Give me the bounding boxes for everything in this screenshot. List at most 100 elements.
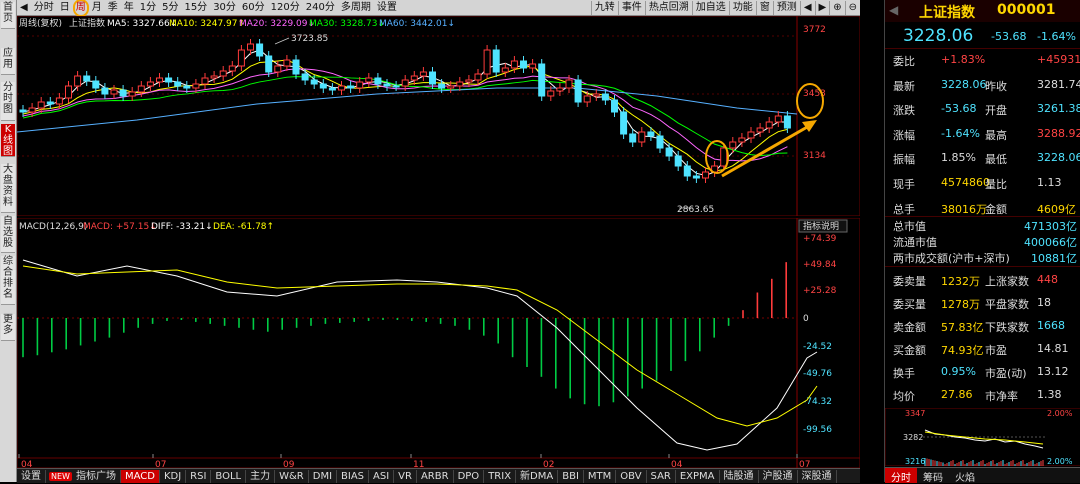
candle-body xyxy=(19,109,27,113)
multi-period-button[interactable]: 多周期 xyxy=(338,1,374,15)
tab-chips[interactable]: 筹码 xyxy=(917,468,949,484)
add-watchlist-button[interactable]: 加自选 xyxy=(691,0,729,15)
settings-button[interactable]: 设置 xyxy=(374,1,400,15)
events-button[interactable]: 事件 xyxy=(617,0,645,15)
left-tab-watchlist[interactable]: 自选股 xyxy=(1,216,15,253)
market-label: 两市成交额(沪市+深市) xyxy=(893,252,1010,265)
window-button[interactable]: 窗 xyxy=(755,0,773,15)
left-sidebar: 首页 应用 分时图 K线图 大盘资料 自选股 综合排名 更多 xyxy=(0,0,17,482)
indicator-tab[interactable]: 深股通 xyxy=(798,469,837,483)
candle-body xyxy=(620,111,628,135)
indicator-tab[interactable]: TRIX xyxy=(484,469,517,483)
candle-body xyxy=(237,49,245,67)
indicator-tab[interactable]: RSI xyxy=(186,469,212,483)
candle-body xyxy=(110,89,118,95)
period-15min[interactable]: 15分 xyxy=(181,1,210,15)
candle-body xyxy=(356,81,364,89)
indicator-tab[interactable]: DMI xyxy=(309,469,338,483)
indicator-tab[interactable]: ASI xyxy=(369,469,395,483)
candle-body xyxy=(274,65,282,73)
candle-body xyxy=(474,73,482,81)
left-tab-apps[interactable]: 应用 xyxy=(1,48,15,75)
nav-left-icon[interactable]: ◀ xyxy=(17,1,31,15)
ma30-label: MA30: 3328.73↓ xyxy=(309,19,385,29)
indicator-tab[interactable]: MTM xyxy=(584,469,617,483)
indicator-tab[interactable]: ARBR xyxy=(417,469,454,483)
period-toolbar: ◀ 分时 日 周 月 季 年 1分 5分 15分 30分 60分 120分 24… xyxy=(17,0,860,17)
macd-chart[interactable]: 指标说明 MACD(12,26,9) MACD: +57.15↓ DIFF: -… xyxy=(17,218,860,482)
indicator-tab[interactable]: OBV xyxy=(616,469,647,483)
left-tab-home[interactable]: 首页 xyxy=(1,2,15,29)
indicator-tab[interactable]: EXPMA xyxy=(676,469,720,483)
quote-value: 13.12 xyxy=(1037,365,1069,378)
mini-timeshare-chart[interactable]: 3347 3282 3216 2.00% 2.00% xyxy=(885,408,1080,466)
indicator-tabs: 设置 NEW 指标广场 MACD KDJ RSI BOLL 主力 W&R DMI BIAS ASI VR… xyxy=(17,468,860,483)
period-120min[interactable]: 120分 xyxy=(268,1,303,15)
next-icon[interactable]: ▶ xyxy=(814,0,830,15)
period-5min[interactable]: 5分 xyxy=(159,1,181,15)
forecast-button[interactable]: 预测 xyxy=(772,0,800,15)
indicator-tab[interactable]: VR xyxy=(394,469,417,483)
quote-value: 1.13 xyxy=(1037,176,1062,189)
left-tab-kline[interactable]: K线图 xyxy=(1,124,15,157)
period-30min[interactable]: 30分 xyxy=(210,1,239,15)
candle-body xyxy=(128,91,136,97)
left-tab-timeshare[interactable]: 分时图 xyxy=(1,82,15,121)
indicator-tab[interactable]: BIAS xyxy=(337,469,370,483)
kline-chart[interactable]: 周线(复权) 上证指数 MA5: 3327.66↓ MA10: 3247.97↑… xyxy=(17,16,860,216)
quote-value: 448 xyxy=(1037,273,1058,286)
zoom-in-icon[interactable]: ⊕ xyxy=(829,0,844,15)
indicator-tab[interactable]: 主力 xyxy=(246,469,276,483)
left-tab-ranking[interactable]: 综合排名 xyxy=(1,256,15,305)
candle-body xyxy=(538,63,546,97)
mini-pct-bot: 2.00% xyxy=(1047,457,1073,466)
period-year[interactable]: 年 xyxy=(121,1,137,15)
indicator-tab[interactable]: 沪股通 xyxy=(759,469,798,483)
quote-label: 均价 xyxy=(893,390,915,403)
period-month[interactable]: 月 xyxy=(89,1,105,15)
zoom-out-icon[interactable]: ⊖ xyxy=(844,0,860,15)
quote-label: 委比 xyxy=(893,55,915,68)
period-quarter[interactable]: 季 xyxy=(105,1,121,15)
tab-flame[interactable]: 火焰 xyxy=(949,468,981,484)
mini-tabs: 分时 筹码 火焰 xyxy=(885,467,1080,484)
candle-body xyxy=(210,75,218,79)
candle-body xyxy=(292,59,300,75)
indicator-tab[interactable]: DPO xyxy=(454,469,485,483)
indicator-tab[interactable]: 指标广场 xyxy=(72,469,121,483)
period-240min[interactable]: 240分 xyxy=(303,1,338,15)
left-tab-market-data[interactable]: 大盘资料 xyxy=(1,164,15,213)
indicator-tab[interactable]: KDJ xyxy=(160,469,187,483)
indicator-tab[interactable]: 新DMA xyxy=(516,469,559,483)
quote-row: 涨幅 -1.64% 最高 3288.92 xyxy=(887,122,1080,146)
dea-value: DEA: -61.78↑ xyxy=(213,222,274,232)
indicator-tab[interactable]: BOLL xyxy=(211,469,247,483)
indicator-tab[interactable]: BBI xyxy=(558,469,584,483)
tab-timeshare[interactable]: 分时 xyxy=(885,468,917,484)
nine-turn-button[interactable]: 九转 xyxy=(590,0,618,15)
prev-icon[interactable]: ◀ xyxy=(799,0,815,15)
period-timeshare[interactable]: 分时 xyxy=(31,1,57,15)
macd-axis-label: -99.56 xyxy=(803,425,832,435)
indicator-tab[interactable]: 陆股通 xyxy=(720,469,759,483)
function-button[interactable]: 功能 xyxy=(728,0,756,15)
prev-stock-icon[interactable]: ◀ xyxy=(889,3,898,17)
candle-body xyxy=(692,175,700,179)
candle-body xyxy=(374,77,382,85)
indicator-tab[interactable]: W&R xyxy=(275,469,309,483)
indicator-tab[interactable]: SAR xyxy=(647,469,676,483)
candle-body xyxy=(674,155,682,167)
price-change: -53.68 xyxy=(991,30,1027,43)
candle-body xyxy=(456,81,464,87)
indicator-tab[interactable]: MACD xyxy=(120,469,160,483)
period-week[interactable]: 周 xyxy=(72,0,89,17)
left-tab-more[interactable]: 更多 xyxy=(1,314,15,341)
period-1min[interactable]: 1分 xyxy=(137,1,159,15)
hotspot-button[interactable]: 热点回溯 xyxy=(644,0,692,15)
period-60min[interactable]: 60分 xyxy=(239,1,268,15)
quote-label: 平盘家数 xyxy=(985,298,1029,311)
period-day[interactable]: 日 xyxy=(57,1,73,15)
indicator-tab[interactable]: 设置 xyxy=(17,469,46,483)
candle-body xyxy=(119,89,127,97)
quote-label: 上涨家数 xyxy=(985,275,1029,288)
